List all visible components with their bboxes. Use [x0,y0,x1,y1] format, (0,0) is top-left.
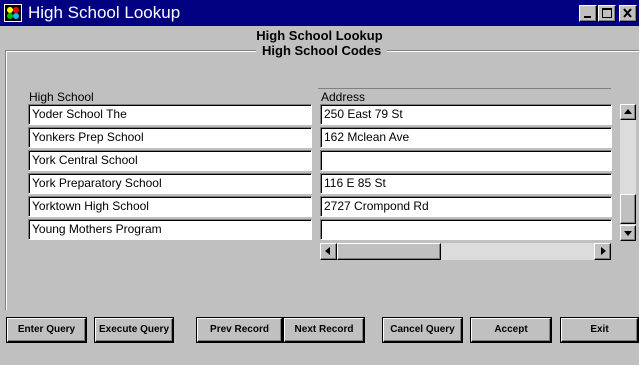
column-header-address: Address [321,90,366,104]
high-school-field[interactable]: Young Mothers Program [28,219,312,240]
maximize-icon [602,8,612,18]
enter-query-button[interactable]: Enter Query [7,318,86,342]
accept-button[interactable]: Accept [471,318,551,342]
next-record-button[interactable]: Next Record [284,318,364,342]
address-field[interactable]: 116 E 85 St [320,173,612,194]
frame-title: High School Codes [256,43,388,58]
address-horizontal-scrollbar[interactable] [320,243,611,260]
address-header-divider [318,88,611,89]
horizontal-scroll-thumb[interactable] [337,243,441,260]
oracle-forms-icon [4,4,22,22]
address-field[interactable] [320,219,612,240]
scroll-left-button[interactable] [320,243,337,260]
maximize-button[interactable] [598,5,616,22]
high-school-field[interactable]: Yonkers Prep School [28,127,312,148]
address-field[interactable]: 162 Mclean Ave [320,127,612,148]
exit-button[interactable]: Exit [561,318,638,342]
high-school-field[interactable]: Yorktown High School [28,196,312,217]
address-field[interactable]: 250 East 79 St [320,104,612,125]
scroll-down-button[interactable] [620,225,636,241]
address-field[interactable]: 2727 Crompond Rd [320,196,612,217]
vertical-scroll-thumb[interactable] [620,194,636,224]
high-school-field[interactable]: Yoder School The [28,104,312,125]
scroll-right-button[interactable] [594,243,611,260]
high-school-field[interactable]: York Preparatory School [28,173,312,194]
window-title: High School Lookup [28,3,181,22]
arrow-up-icon [624,109,632,114]
window-titlebar[interactable]: High School Lookup [0,0,639,26]
records-vertical-scrollbar[interactable] [620,104,636,241]
cancel-query-button[interactable]: Cancel Query [383,318,462,342]
high-school-field[interactable]: York Central School [28,150,312,171]
prev-record-button[interactable]: Prev Record [197,318,282,342]
scroll-up-button[interactable] [620,104,636,120]
arrow-left-icon [325,247,330,255]
column-header-high-school: High School [29,90,94,104]
form-title: High School Lookup [256,28,383,43]
close-button[interactable] [619,5,637,22]
arrow-down-icon [624,231,632,236]
execute-query-button[interactable]: Execute Query [95,318,173,342]
minimize-icon [584,16,591,18]
minimize-button[interactable] [579,5,597,22]
arrow-right-icon [601,247,606,255]
close-icon [623,8,632,18]
address-field[interactable] [320,150,612,171]
